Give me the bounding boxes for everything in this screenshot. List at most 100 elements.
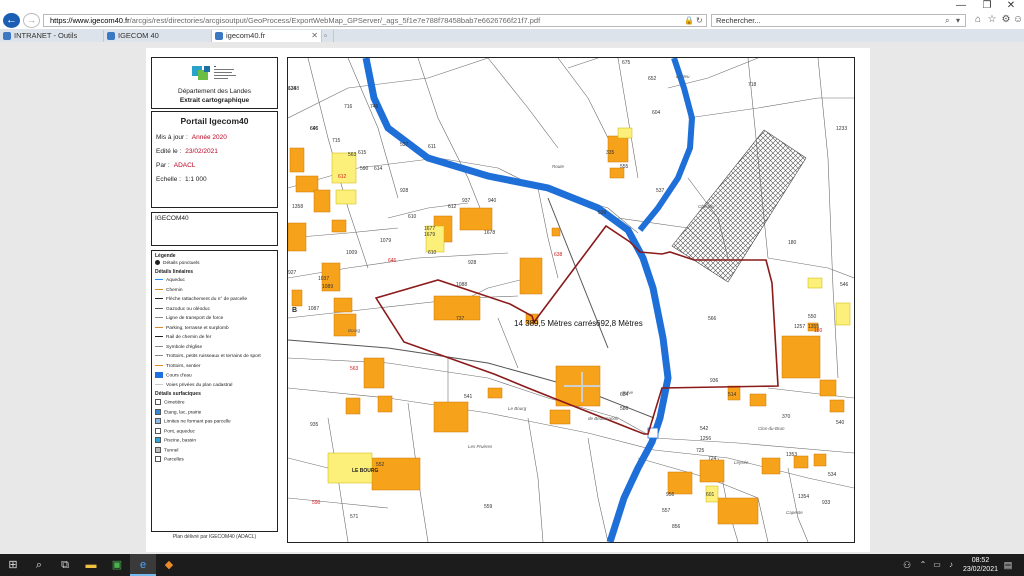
clock[interactable]: 08:52 23/02/2021	[963, 556, 998, 574]
legend-label: Gazoduc ou oléoduc	[166, 306, 211, 312]
info-row-by: Par : ADACL	[156, 162, 195, 169]
street-label: Chemin	[698, 204, 714, 209]
street-label: Les Pruères	[468, 444, 493, 449]
parcel-number: 725	[696, 448, 705, 454]
app-window: — ❐ ✕ ← → https://www.igecom40.fr/arcgis…	[0, 0, 1024, 576]
legend-symbol-icon	[155, 326, 163, 328]
parcel-number: 614	[374, 166, 383, 172]
parcel-number: 675	[622, 60, 631, 66]
info-row-updated: Mis à jour : Année 2020	[156, 134, 227, 141]
parcel-number: 539	[598, 210, 607, 216]
parcel-number: 612	[448, 204, 457, 210]
parcel-number: 335	[606, 150, 615, 156]
info-label: Edité le :	[156, 148, 182, 155]
legend-item: Parking, terrasse et surplomb	[155, 325, 229, 332]
internet-explorer-icon[interactable]: e	[130, 554, 156, 576]
clock-date: 23/02/2021	[962, 566, 998, 573]
restore-button[interactable]: ❐	[976, 0, 998, 12]
street-label: Bourg	[348, 328, 361, 333]
url-host: https://www.igecom40.fr	[50, 16, 130, 25]
legend-item: Aqueduc	[155, 277, 185, 284]
forward-button[interactable]: →	[23, 13, 40, 28]
chevron-down-icon[interactable]: ▾	[956, 15, 960, 26]
file-explorer-icon[interactable]: ▬	[78, 554, 104, 576]
stream	[637, 58, 696, 232]
legend-symbol-icon	[155, 399, 161, 405]
parcel-number: 646	[310, 126, 319, 132]
app-icon[interactable]: ◆	[156, 554, 182, 576]
url-field[interactable]: https://www.igecom40.fr/arcgis/rest/dire…	[43, 14, 707, 27]
refresh-icon[interactable]: ↻	[696, 15, 703, 26]
header-panel: Département des Landes Extrait cartograp…	[151, 57, 278, 109]
parcel-number: 557	[662, 508, 671, 514]
legend-item: Trottoirs, petits ruisseaux et terrains …	[155, 353, 261, 360]
legend-section-title: Détails surfaciques	[155, 391, 201, 397]
url-path: /arcgis/rest/directories/arcgisoutput/Ge…	[129, 16, 541, 25]
map-canvas[interactable]: 1248695716 746675652718123371561553760461…	[288, 58, 854, 542]
search-icon[interactable]: ⌕	[26, 554, 52, 576]
legend-item: Cours d'eau	[155, 372, 192, 379]
legend-item: Détails ponctuels	[155, 260, 200, 267]
legend-item: Ligne de transport de force	[155, 315, 223, 322]
smiley-icon[interactable]: ☺	[1012, 14, 1024, 26]
parcel-number: 716	[344, 104, 353, 110]
close-tab-icon[interactable]: ✕	[311, 30, 318, 41]
legend-symbol-icon	[155, 372, 163, 378]
home-icon[interactable]: ⌂	[972, 14, 984, 26]
parcel-number: 652	[648, 76, 657, 82]
parcel-number: 615	[358, 150, 367, 156]
parcel-number: 1009	[346, 250, 357, 256]
parcel-number: 370	[782, 414, 791, 420]
notifications-icon[interactable]: ▤	[998, 554, 1018, 576]
store-icon[interactable]: ▣	[104, 554, 130, 576]
parcel-number: 1087	[308, 306, 319, 312]
tab-igecom40-active[interactable]: igecom40.fr ✕	[212, 30, 322, 42]
legend-section-title: Détails linéaires	[155, 269, 194, 275]
legend-label: Parking, terrasse et surplomb	[166, 325, 229, 331]
extract-title: Extrait cartographique	[179, 97, 250, 104]
windows-start-icon[interactable]: ⊞	[0, 554, 26, 576]
parcel-number: 746	[370, 104, 379, 110]
parcel-number: 1088	[456, 282, 467, 288]
cadastral-map[interactable]: 1248 695 716 746 675 652 718 1233 715 615 537 604 61…	[287, 57, 855, 543]
legend-label: Cimetière	[164, 400, 185, 406]
info-label: Par :	[156, 162, 170, 169]
new-tab-button[interactable]: ▫	[322, 30, 334, 42]
task-view-icon[interactable]: ⧉	[52, 554, 78, 576]
settings-gear-icon[interactable]: ⚙	[1000, 14, 1012, 26]
legend-item: Cimetière	[155, 399, 185, 406]
parcel-number: 514	[728, 392, 737, 398]
volume-icon[interactable]: ♪	[944, 554, 958, 576]
legend-label: Piscine, bassin	[164, 438, 196, 444]
legend-item: Chemin	[155, 287, 183, 294]
back-button[interactable]: ←	[3, 13, 20, 28]
parcel-number: 1679	[424, 232, 435, 238]
network-icon[interactable]: ▭	[930, 554, 944, 576]
chevron-up-icon[interactable]: ⌃	[916, 554, 930, 576]
tab-intranet[interactable]: INTRANET - Outils	[0, 30, 104, 42]
legend-symbol-icon	[155, 456, 161, 462]
legend-label: Ligne de transport de force	[166, 316, 224, 321]
info-label: Echelle :	[156, 176, 181, 183]
parcel-number: 638	[288, 86, 297, 92]
legend-symbol-icon	[155, 383, 163, 385]
parcel-number: 540	[836, 420, 845, 426]
legend-symbol-icon	[155, 279, 163, 281]
search-icon[interactable]: ⌕	[945, 15, 949, 26]
parcel-number: 604	[652, 110, 661, 116]
street-label: de Beaumanoir	[588, 416, 619, 421]
legend-symbol-icon	[155, 307, 163, 309]
portal-title: Portail Igecom40	[180, 116, 249, 126]
close-window-button[interactable]: ✕	[1000, 0, 1022, 12]
tab-igecom[interactable]: IGECOM 40	[104, 30, 212, 42]
parcel-number: 563	[348, 152, 357, 158]
minimize-button[interactable]: —	[950, 0, 972, 12]
legend-item: Symbole d'église	[155, 344, 202, 351]
legend-item: Piscine, bassin	[155, 437, 196, 444]
search-input[interactable]: Rechercher... ⌕ ▾	[711, 14, 966, 27]
favorites-star-icon[interactable]: ☆	[986, 14, 998, 26]
legend-item: Flèche rattachement du n° de parcelle	[155, 296, 247, 303]
people-icon[interactable]: ⚇	[900, 554, 914, 576]
north-arrow-icon: B	[292, 307, 297, 314]
parcel-number: 936	[710, 378, 719, 384]
